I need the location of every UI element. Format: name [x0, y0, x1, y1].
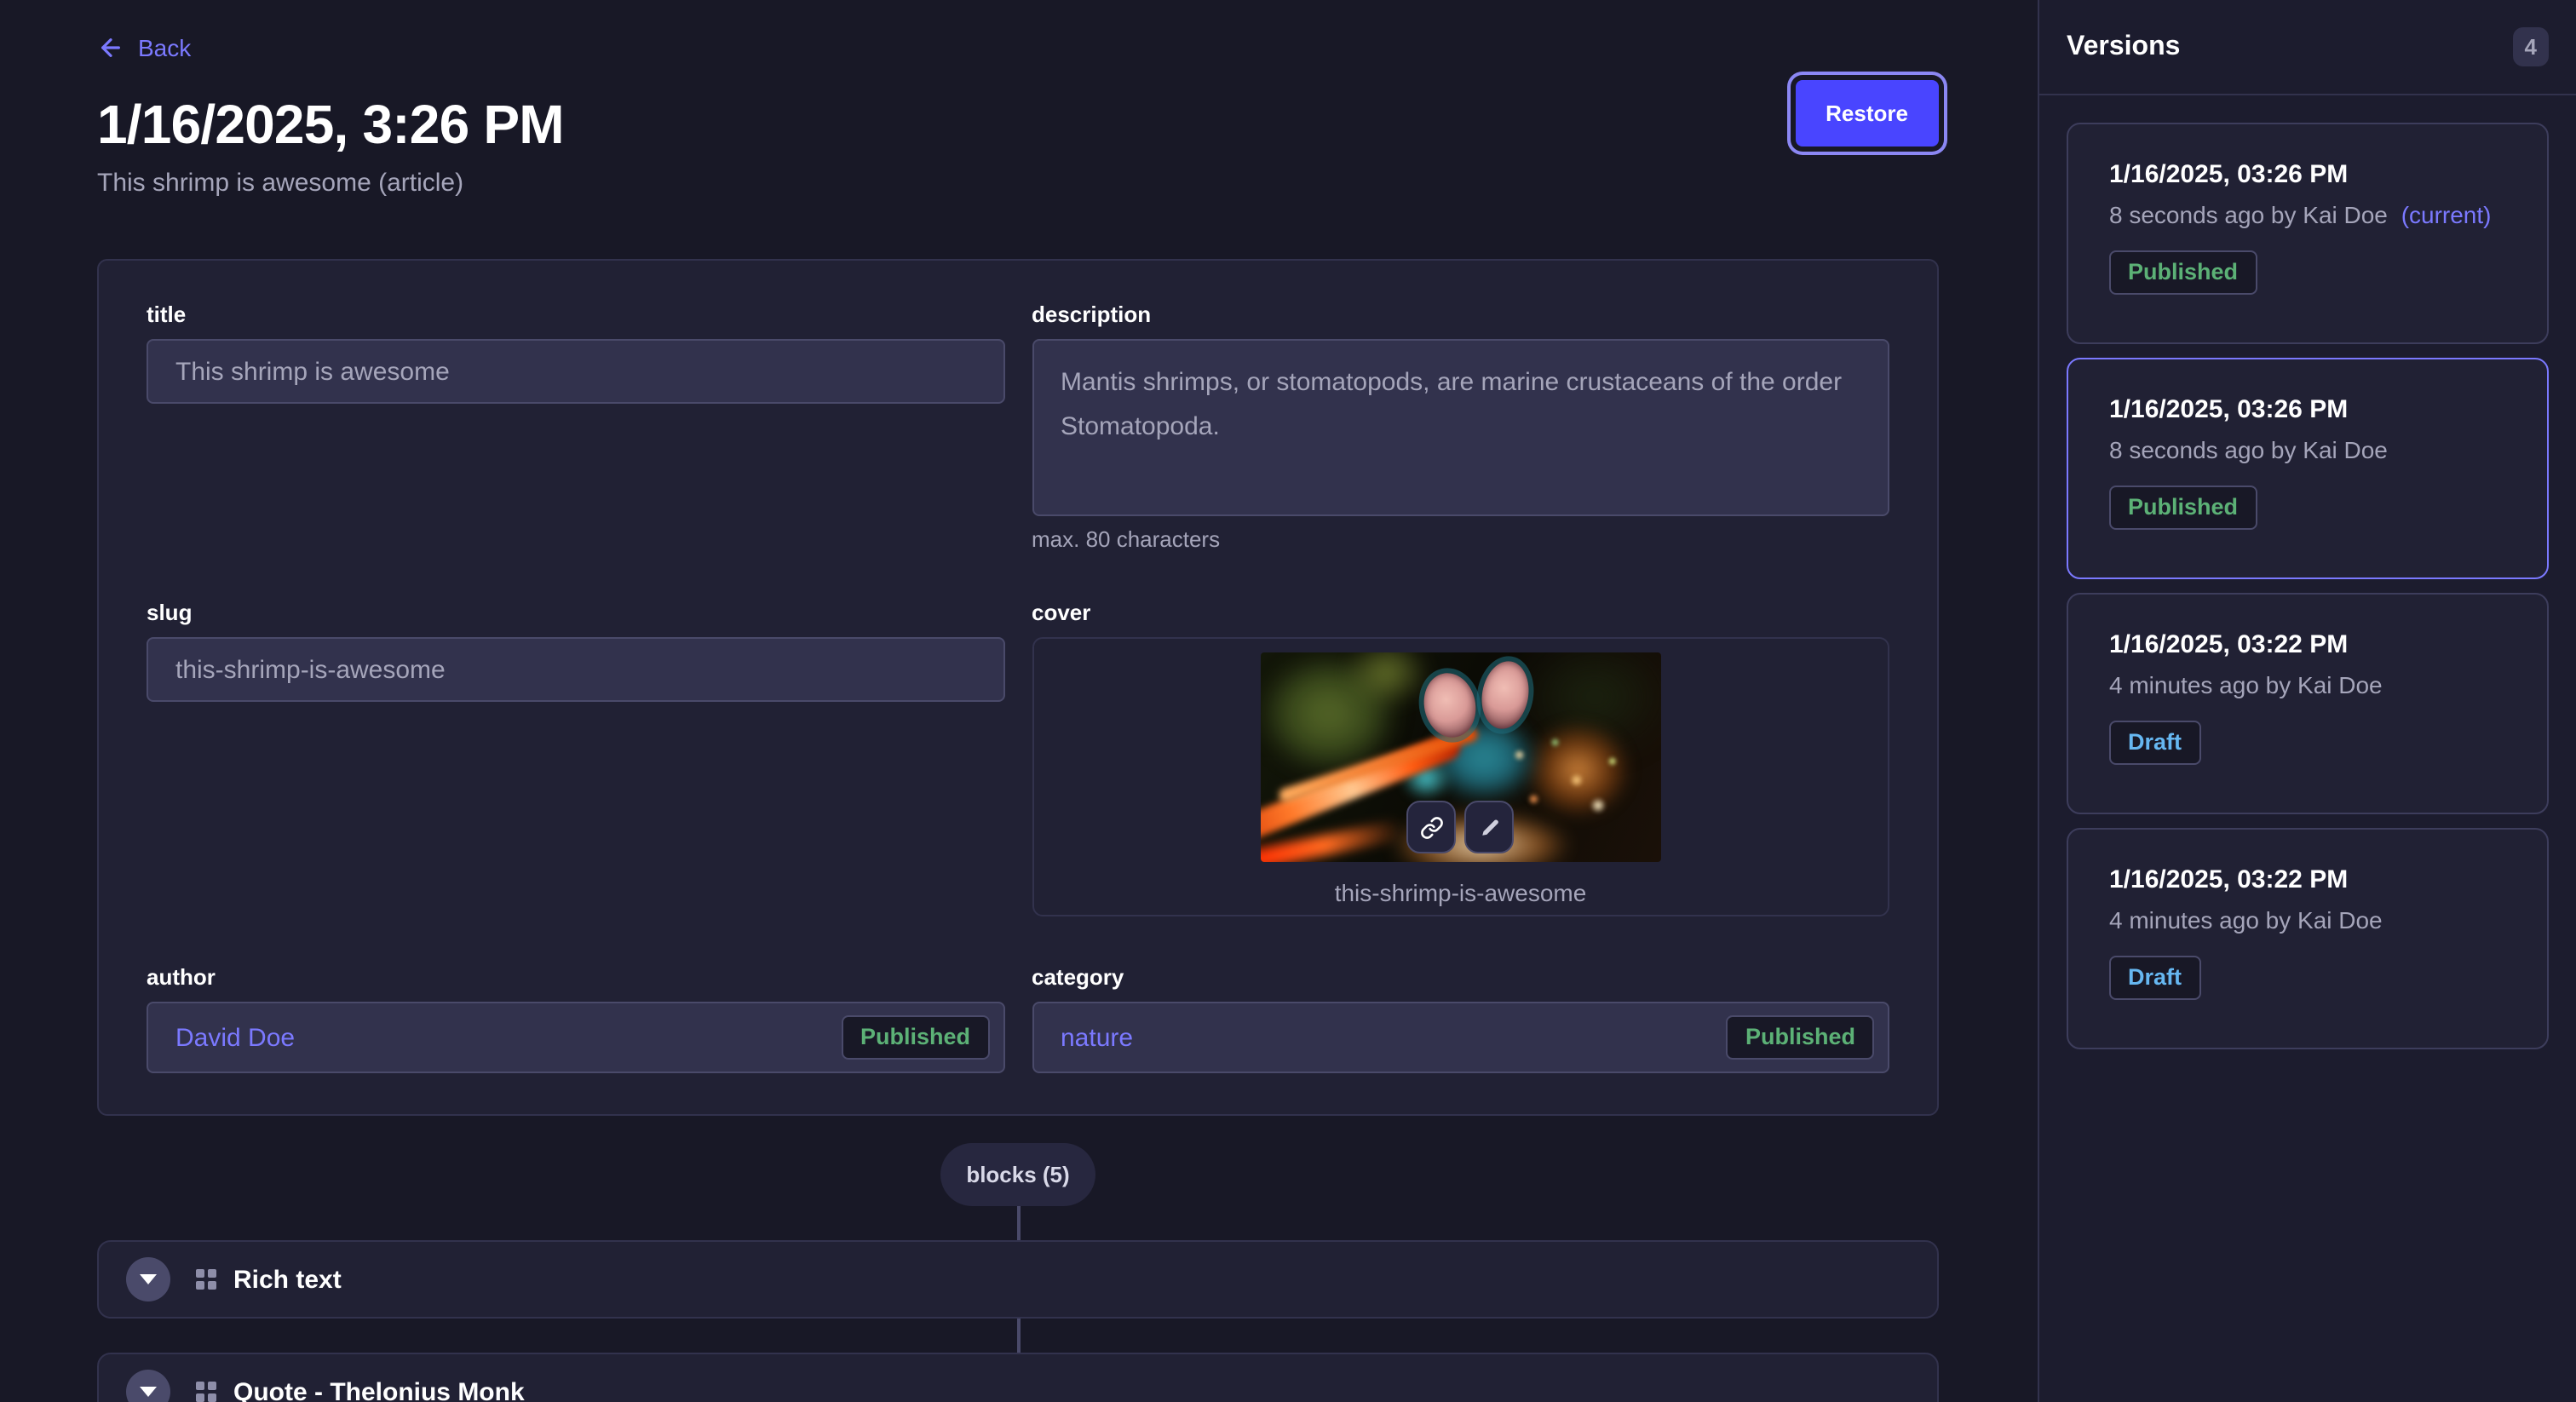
category-link[interactable]: nature: [1061, 1023, 1133, 1052]
slug-input-value: this-shrimp-is-awesome: [175, 655, 446, 684]
page-subtitle: This shrimp is awesome (article): [97, 169, 564, 198]
main-content: Back 1/16/2025, 3:26 PM This shrimp is a…: [0, 0, 2038, 1402]
drag-handle-icon[interactable]: [196, 1269, 216, 1290]
slug-input: this-shrimp-is-awesome: [147, 637, 1004, 702]
versions-list: 1/16/2025, 03:26 PM 8 seconds ago by Kai…: [2039, 95, 2576, 1077]
pencil-icon: [1478, 815, 1502, 839]
version-time: 1/16/2025, 03:22 PM: [2109, 630, 2506, 659]
field-slug: slug this-shrimp-is-awesome: [147, 600, 1004, 702]
field-label-category: category: [1032, 964, 1889, 990]
expand-block-button[interactable]: [126, 1257, 170, 1301]
restore-button[interactable]: Restore: [1795, 80, 1939, 147]
field-label-slug: slug: [147, 600, 1004, 625]
blocks-count-pill: blocks (5): [940, 1143, 1095, 1206]
title-input-value: This shrimp is awesome: [175, 357, 450, 386]
version-meta: 8 seconds ago by Kai Doe (current): [2109, 201, 2506, 228]
version-item-4[interactable]: 1/16/2025, 03:22 PM 4 minutes ago by Kai…: [2067, 828, 2549, 1049]
version-meta-text: 8 seconds ago by Kai Doe: [2109, 201, 2388, 228]
author-status-badge: Published: [842, 1016, 989, 1060]
category-relation: nature Published: [1032, 1002, 1889, 1073]
version-badge-row: Draft: [2109, 721, 2506, 764]
chevron-down-icon: [140, 1274, 157, 1284]
field-label-description: description: [1032, 302, 1889, 327]
back-label: Back: [138, 34, 191, 61]
field-label-title: title: [147, 302, 1004, 327]
version-status-badge: Draft: [2109, 956, 2200, 999]
version-item-1[interactable]: 1/16/2025, 03:26 PM 8 seconds ago by Kai…: [2067, 123, 2549, 344]
page-title: 1/16/2025, 3:26 PM: [97, 94, 564, 157]
version-status-badge: Published: [2109, 486, 2257, 529]
expand-block-button[interactable]: [126, 1370, 170, 1402]
versions-panel: Versions 4 1/16/2025, 03:26 PM 8 seconds…: [2038, 0, 2576, 1402]
title-input: This shrimp is awesome: [147, 339, 1004, 404]
versions-panel-header: Versions 4: [2039, 0, 2576, 95]
version-badge-row: Published: [2109, 486, 2506, 529]
version-time: 1/16/2025, 03:26 PM: [2109, 395, 2506, 424]
version-status-badge: Published: [2109, 250, 2257, 294]
versions-count-badge: 4: [2513, 27, 2549, 66]
page-header: 1/16/2025, 3:26 PM This shrimp is awesom…: [97, 94, 1939, 198]
version-badge-row: Draft: [2109, 956, 2506, 999]
field-label-cover: cover: [1032, 600, 1889, 625]
version-item-2[interactable]: 1/16/2025, 03:26 PM 8 seconds ago by Kai…: [2067, 358, 2549, 579]
version-history-page: Back 1/16/2025, 3:26 PM This shrimp is a…: [0, 0, 2576, 1402]
edit-cover-button[interactable]: [1465, 801, 1515, 853]
field-author: author David Doe Published: [147, 964, 1004, 1073]
author-link[interactable]: David Doe: [175, 1023, 295, 1052]
description-textarea: Mantis shrimps, or stomatopods, are mari…: [1032, 339, 1889, 516]
copy-link-button[interactable]: [1407, 801, 1457, 853]
block-accordion-rich-text[interactable]: Rich text: [97, 1240, 1939, 1319]
author-relation: David Doe Published: [147, 1002, 1004, 1073]
back-link[interactable]: Back: [97, 34, 191, 61]
version-meta-text: 8 seconds ago by Kai Doe: [2109, 436, 2388, 463]
version-time: 1/16/2025, 03:22 PM: [2109, 865, 2506, 894]
field-description: description Mantis shrimps, or stomatopo…: [1032, 302, 1889, 552]
block-accordion-quote[interactable]: Quote - Thelonius Monk: [97, 1353, 1939, 1402]
block-label: Quote - Thelonius Monk: [233, 1377, 525, 1402]
field-title: title This shrimp is awesome: [147, 302, 1004, 404]
version-meta: 4 minutes ago by Kai Doe: [2109, 906, 2506, 934]
link-icon: [1420, 815, 1444, 839]
version-meta: 8 seconds ago by Kai Doe: [2109, 436, 2506, 463]
category-status-badge: Published: [1727, 1016, 1874, 1060]
block-label: Rich text: [233, 1265, 342, 1294]
cover-actions: [1407, 801, 1515, 853]
connector-line: [1016, 1206, 1020, 1240]
connector-line: [1016, 1319, 1020, 1353]
chevron-down-icon: [140, 1387, 157, 1397]
version-meta: 4 minutes ago by Kai Doe: [2109, 671, 2506, 698]
cover-media-card: this-shrimp-is-awesome: [1032, 637, 1889, 916]
version-status-badge: Draft: [2109, 721, 2200, 764]
versions-title: Versions: [2067, 32, 2180, 62]
version-time: 1/16/2025, 03:26 PM: [2109, 160, 2506, 189]
drag-handle-icon[interactable]: [196, 1382, 216, 1402]
version-item-3[interactable]: 1/16/2025, 03:22 PM 4 minutes ago by Kai…: [2067, 593, 2549, 814]
field-category: category nature Published: [1032, 964, 1889, 1073]
version-meta-text: 4 minutes ago by Kai Doe: [2109, 671, 2383, 698]
cover-caption: this-shrimp-is-awesome: [1335, 879, 1587, 906]
version-current-tag: (current): [2401, 201, 2492, 228]
description-hint: max. 80 characters: [1032, 526, 1889, 552]
back-arrow-icon: [97, 34, 124, 61]
page-header-titles: 1/16/2025, 3:26 PM This shrimp is awesom…: [97, 94, 564, 198]
fields-card: title This shrimp is awesome description…: [97, 259, 1939, 1116]
version-meta-text: 4 minutes ago by Kai Doe: [2109, 906, 2383, 934]
field-label-author: author: [147, 964, 1004, 990]
description-textarea-value: Mantis shrimps, or stomatopods, are mari…: [1061, 368, 1842, 441]
version-badge-row: Published: [2109, 250, 2506, 294]
field-cover: cover: [1032, 600, 1889, 916]
blocks-section: blocks (5) Rich text Quote - Thelonius M…: [97, 1143, 1939, 1402]
